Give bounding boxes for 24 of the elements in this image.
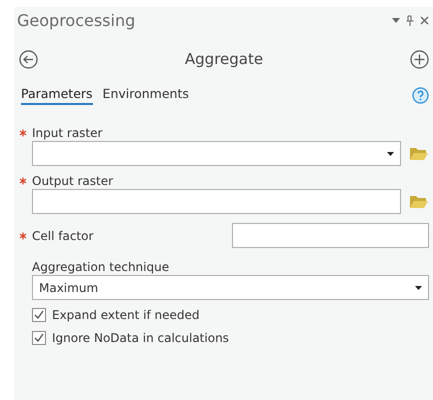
back-icon[interactable] — [19, 50, 38, 68]
tab[interactable]: Environments — [102, 86, 189, 105]
parameter-label: Aggregation technique — [32, 260, 170, 274]
help-icon[interactable] — [412, 87, 429, 104]
input-field[interactable] — [232, 223, 429, 248]
checkbox[interactable] — [32, 308, 46, 322]
parameter-label: Output raster — [32, 174, 114, 188]
pane-menu-caret-icon[interactable] — [392, 18, 400, 22]
checkbox-label: Ignore NoData in calculations — [52, 330, 229, 344]
tab[interactable]: Parameters — [21, 86, 93, 105]
checkbox-label: Expand extent if needed — [52, 308, 200, 322]
checkbox[interactable] — [32, 330, 46, 344]
dropdown-field[interactable]: Maximum — [32, 275, 429, 300]
parameter-label: Input raster — [32, 126, 102, 140]
pane-title: Geoprocessing — [17, 10, 136, 30]
close-icon[interactable] — [420, 16, 429, 24]
input-field[interactable] — [32, 189, 401, 214]
dropdown-caret-icon[interactable] — [415, 286, 422, 290]
tool-title: Aggregate — [184, 50, 264, 68]
input-field[interactable] — [32, 141, 401, 166]
dropdown-caret-icon[interactable] — [387, 152, 394, 156]
add-icon[interactable] — [410, 50, 429, 68]
pin-icon[interactable] — [406, 14, 414, 26]
parameter-label: Cell factor — [32, 228, 94, 242]
